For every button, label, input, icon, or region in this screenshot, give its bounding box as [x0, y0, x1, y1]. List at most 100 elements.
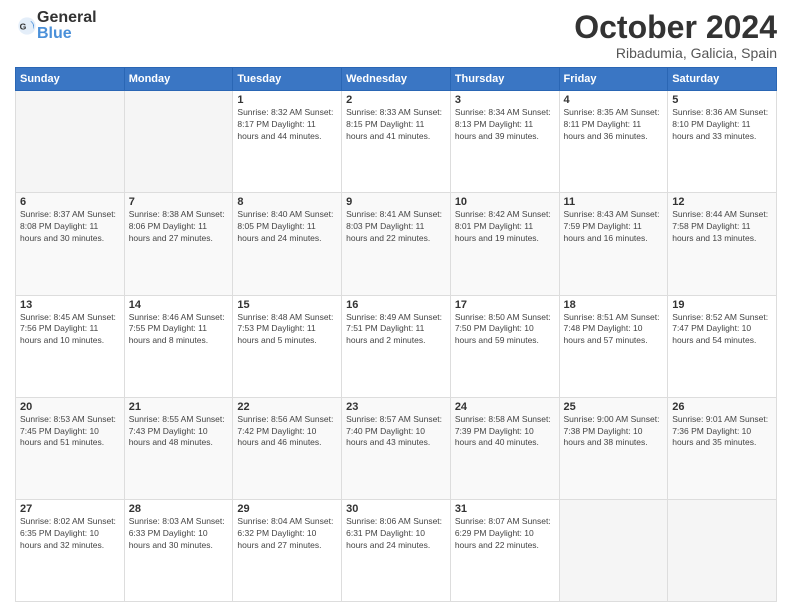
day-info: Sunrise: 8:57 AM Sunset: 7:40 PM Dayligh…: [346, 414, 446, 450]
day-info: Sunrise: 9:01 AM Sunset: 7:36 PM Dayligh…: [672, 414, 772, 450]
day-info: Sunrise: 8:35 AM Sunset: 8:11 PM Dayligh…: [564, 107, 664, 143]
day-number: 12: [672, 196, 772, 208]
day-number: 22: [237, 401, 337, 413]
calendar-cell: 16Sunrise: 8:49 AM Sunset: 7:51 PM Dayli…: [342, 295, 451, 397]
calendar-table: SundayMondayTuesdayWednesdayThursdayFrid…: [15, 67, 777, 602]
day-info: Sunrise: 8:55 AM Sunset: 7:43 PM Dayligh…: [129, 414, 229, 450]
calendar-cell: 26Sunrise: 9:01 AM Sunset: 7:36 PM Dayli…: [668, 397, 777, 499]
weekday-header-friday: Friday: [559, 68, 668, 91]
calendar-cell: 19Sunrise: 8:52 AM Sunset: 7:47 PM Dayli…: [668, 295, 777, 397]
day-info: Sunrise: 8:07 AM Sunset: 6:29 PM Dayligh…: [455, 516, 555, 552]
calendar-header-row: SundayMondayTuesdayWednesdayThursdayFrid…: [16, 68, 777, 91]
calendar-week-3: 13Sunrise: 8:45 AM Sunset: 7:56 PM Dayli…: [16, 295, 777, 397]
calendar-cell: 3Sunrise: 8:34 AM Sunset: 8:13 PM Daylig…: [450, 91, 559, 193]
day-number: 3: [455, 94, 555, 106]
day-info: Sunrise: 8:06 AM Sunset: 6:31 PM Dayligh…: [346, 516, 446, 552]
day-number: 21: [129, 401, 229, 413]
day-info: Sunrise: 8:38 AM Sunset: 8:06 PM Dayligh…: [129, 209, 229, 245]
calendar-cell: 20Sunrise: 8:53 AM Sunset: 7:45 PM Dayli…: [16, 397, 125, 499]
calendar-cell: 14Sunrise: 8:46 AM Sunset: 7:55 PM Dayli…: [124, 295, 233, 397]
day-info: Sunrise: 8:44 AM Sunset: 7:58 PM Dayligh…: [672, 209, 772, 245]
logo-general: General: [37, 10, 97, 26]
calendar-cell: 22Sunrise: 8:56 AM Sunset: 7:42 PM Dayli…: [233, 397, 342, 499]
day-info: Sunrise: 8:36 AM Sunset: 8:10 PM Dayligh…: [672, 107, 772, 143]
day-number: 30: [346, 503, 446, 515]
logo: G General Blue: [15, 10, 97, 42]
day-number: 18: [564, 299, 664, 311]
day-info: Sunrise: 8:34 AM Sunset: 8:13 PM Dayligh…: [455, 107, 555, 143]
day-number: 4: [564, 94, 664, 106]
day-info: Sunrise: 8:56 AM Sunset: 7:42 PM Dayligh…: [237, 414, 337, 450]
calendar-cell: 17Sunrise: 8:50 AM Sunset: 7:50 PM Dayli…: [450, 295, 559, 397]
day-number: 27: [20, 503, 120, 515]
day-number: 13: [20, 299, 120, 311]
logo-blue: Blue: [37, 26, 97, 42]
calendar-week-5: 27Sunrise: 8:02 AM Sunset: 6:35 PM Dayli…: [16, 499, 777, 601]
weekday-header-monday: Monday: [124, 68, 233, 91]
day-info: Sunrise: 8:53 AM Sunset: 7:45 PM Dayligh…: [20, 414, 120, 450]
day-number: 31: [455, 503, 555, 515]
day-number: 5: [672, 94, 772, 106]
calendar-cell: 30Sunrise: 8:06 AM Sunset: 6:31 PM Dayli…: [342, 499, 451, 601]
calendar-cell: [16, 91, 125, 193]
day-info: Sunrise: 8:49 AM Sunset: 7:51 PM Dayligh…: [346, 312, 446, 348]
month-title: October 2024: [574, 10, 777, 45]
location-title: Ribadumia, Galicia, Spain: [574, 45, 777, 61]
calendar-cell: 4Sunrise: 8:35 AM Sunset: 8:11 PM Daylig…: [559, 91, 668, 193]
day-info: Sunrise: 8:50 AM Sunset: 7:50 PM Dayligh…: [455, 312, 555, 348]
day-number: 17: [455, 299, 555, 311]
page: G General Blue October 2024 Ribadumia, G…: [0, 0, 792, 612]
calendar-cell: 18Sunrise: 8:51 AM Sunset: 7:48 PM Dayli…: [559, 295, 668, 397]
title-block: October 2024 Ribadumia, Galicia, Spain: [574, 10, 777, 61]
weekday-header-tuesday: Tuesday: [233, 68, 342, 91]
calendar-cell: 2Sunrise: 8:33 AM Sunset: 8:15 PM Daylig…: [342, 91, 451, 193]
calendar-cell: [559, 499, 668, 601]
day-info: Sunrise: 9:00 AM Sunset: 7:38 PM Dayligh…: [564, 414, 664, 450]
day-number: 28: [129, 503, 229, 515]
day-info: Sunrise: 8:46 AM Sunset: 7:55 PM Dayligh…: [129, 312, 229, 348]
day-info: Sunrise: 8:48 AM Sunset: 7:53 PM Dayligh…: [237, 312, 337, 348]
day-number: 10: [455, 196, 555, 208]
calendar-cell: 7Sunrise: 8:38 AM Sunset: 8:06 PM Daylig…: [124, 193, 233, 295]
logo-icon: G: [17, 16, 37, 36]
calendar-cell: 12Sunrise: 8:44 AM Sunset: 7:58 PM Dayli…: [668, 193, 777, 295]
calendar-cell: 31Sunrise: 8:07 AM Sunset: 6:29 PM Dayli…: [450, 499, 559, 601]
calendar-cell: 5Sunrise: 8:36 AM Sunset: 8:10 PM Daylig…: [668, 91, 777, 193]
calendar-cell: 21Sunrise: 8:55 AM Sunset: 7:43 PM Dayli…: [124, 397, 233, 499]
day-info: Sunrise: 8:42 AM Sunset: 8:01 PM Dayligh…: [455, 209, 555, 245]
calendar-cell: 11Sunrise: 8:43 AM Sunset: 7:59 PM Dayli…: [559, 193, 668, 295]
calendar-cell: [668, 499, 777, 601]
day-number: 20: [20, 401, 120, 413]
calendar-cell: 25Sunrise: 9:00 AM Sunset: 7:38 PM Dayli…: [559, 397, 668, 499]
day-number: 14: [129, 299, 229, 311]
calendar-week-2: 6Sunrise: 8:37 AM Sunset: 8:08 PM Daylig…: [16, 193, 777, 295]
day-number: 9: [346, 196, 446, 208]
calendar-cell: [124, 91, 233, 193]
calendar-week-4: 20Sunrise: 8:53 AM Sunset: 7:45 PM Dayli…: [16, 397, 777, 499]
day-number: 25: [564, 401, 664, 413]
calendar-cell: 23Sunrise: 8:57 AM Sunset: 7:40 PM Dayli…: [342, 397, 451, 499]
day-info: Sunrise: 8:04 AM Sunset: 6:32 PM Dayligh…: [237, 516, 337, 552]
header: G General Blue October 2024 Ribadumia, G…: [15, 10, 777, 61]
calendar-cell: 29Sunrise: 8:04 AM Sunset: 6:32 PM Dayli…: [233, 499, 342, 601]
day-number: 7: [129, 196, 229, 208]
day-info: Sunrise: 8:58 AM Sunset: 7:39 PM Dayligh…: [455, 414, 555, 450]
calendar-cell: 15Sunrise: 8:48 AM Sunset: 7:53 PM Dayli…: [233, 295, 342, 397]
day-info: Sunrise: 8:43 AM Sunset: 7:59 PM Dayligh…: [564, 209, 664, 245]
day-number: 16: [346, 299, 446, 311]
day-info: Sunrise: 8:33 AM Sunset: 8:15 PM Dayligh…: [346, 107, 446, 143]
weekday-header-sunday: Sunday: [16, 68, 125, 91]
day-number: 29: [237, 503, 337, 515]
day-number: 8: [237, 196, 337, 208]
day-number: 15: [237, 299, 337, 311]
day-number: 26: [672, 401, 772, 413]
calendar-week-1: 1Sunrise: 8:32 AM Sunset: 8:17 PM Daylig…: [16, 91, 777, 193]
calendar-cell: 27Sunrise: 8:02 AM Sunset: 6:35 PM Dayli…: [16, 499, 125, 601]
day-info: Sunrise: 8:02 AM Sunset: 6:35 PM Dayligh…: [20, 516, 120, 552]
svg-text:G: G: [20, 21, 27, 31]
calendar-cell: 28Sunrise: 8:03 AM Sunset: 6:33 PM Dayli…: [124, 499, 233, 601]
day-info: Sunrise: 8:41 AM Sunset: 8:03 PM Dayligh…: [346, 209, 446, 245]
day-info: Sunrise: 8:45 AM Sunset: 7:56 PM Dayligh…: [20, 312, 120, 348]
day-number: 6: [20, 196, 120, 208]
calendar-cell: 1Sunrise: 8:32 AM Sunset: 8:17 PM Daylig…: [233, 91, 342, 193]
